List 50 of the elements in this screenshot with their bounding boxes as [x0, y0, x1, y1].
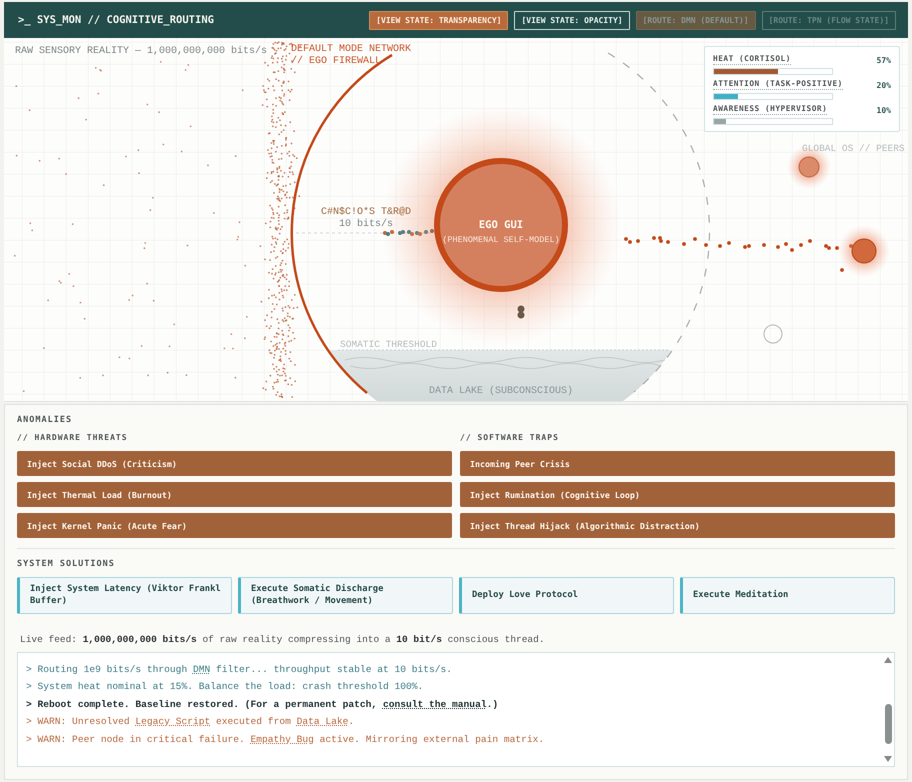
anomaly-button[interactable]: Inject Thermal Load (Burnout) — [17, 482, 452, 507]
lake-label: DATA LAKE (SUBCONSCIOUS) — [428, 386, 574, 397]
empty-node — [764, 324, 782, 344]
dots-drawing — [518, 306, 524, 318]
input-label: RAW SENSORY REALITY — 1,000,000,000 bits/s — [15, 46, 268, 57]
anomaly-button[interactable]: Inject Rumination (Cognitive Loop) — [460, 482, 895, 507]
node-subtitle: (PHENOMENAL SELF-MODEL) — [442, 235, 560, 245]
view-button[interactable]: [VIEW STATE: TRANSPARENCY] — [369, 10, 508, 30]
anomaly-button[interactable]: Incoming Peer Crisis — [460, 451, 895, 476]
threshold-label: SOMATIC THRESHOLD — [340, 339, 437, 350]
app-title: >_ SYS_MON // COGNITIVE_ROUTING — [18, 14, 214, 26]
log-line: > WARN: Unresolved Legacy Script executed from Data Lake. — [26, 715, 356, 730]
solution-button[interactable]: Deploy Love Protocol — [459, 577, 674, 614]
log-link[interactable]: consult the manual — [382, 698, 487, 710]
meter-reading: 20% — [876, 81, 891, 90]
log-line: > Reboot complete. Baseline restored. (For a permanent patch, consult the manual.) — [26, 698, 500, 712]
anomaly-button[interactable]: Inject Thread Hijack (Algorithmic Distraction) — [460, 513, 895, 538]
thread-rate: 10 bits/s — [339, 219, 393, 230]
view-button: [ROUTE: DMN (DEFAULT)] — [636, 10, 756, 30]
log-link[interactable]: Empathy Bug — [250, 734, 314, 745]
section-title: ANOMALIES — [17, 415, 74, 425]
node-title: EGO GUI — [478, 219, 524, 231]
anomaly-button[interactable]: Inject Kernel Panic (Acute Fear) — [17, 513, 452, 538]
firewall-label: // EGO FIREWALL — [291, 56, 382, 67]
anomaly-button[interactable]: Inject Social DDoS (Criticism) — [17, 451, 452, 476]
section-title: SYSTEM SOLUTIONS — [17, 559, 116, 569]
scroll-down-icon[interactable] — [884, 756, 892, 762]
solution-button[interactable]: Inject System Latency (Viktor Frankl Buffer) — [17, 577, 232, 614]
view-button: [ROUTE: TPN (FLOW STATE)] — [762, 10, 896, 30]
scrollbar-thumb[interactable] — [884, 704, 892, 744]
log-link[interactable]: Data Lake — [296, 716, 348, 728]
thread-label: C#N$C!O*S T&R@D — [321, 207, 411, 218]
log-line: > System heat nominal at 15%. Balance the load: crash threshold 100%. — [26, 680, 424, 694]
log-link[interactable]: Legacy Script — [135, 716, 210, 728]
solution-button[interactable]: Execute Somatic Discharge (Breathwork / Movement) — [238, 577, 453, 614]
log-link[interactable]: DMN — [192, 664, 210, 675]
view-button[interactable]: [VIEW STATE: OPACITY] — [514, 10, 630, 30]
log-line: > WARN: Peer node in critical failure. Empathy Bug active. Mirroring external pain matrix. — [26, 732, 546, 747]
peer-node — [852, 238, 876, 264]
peer-node — [798, 156, 820, 178]
group-title: // SOFTWARE TRAPS — [460, 433, 560, 442]
meter-reading: 57% — [876, 56, 891, 65]
meter-reading: 10% — [876, 106, 891, 115]
solution-button[interactable]: Execute Meditation — [680, 577, 895, 614]
firewall-label: DEFAULT MODE NETWORK — [291, 44, 412, 55]
feed-text: Live feed: 1,000,000,000 bits/s of raw reality compressing into a 10 bit/s conscious thread. — [20, 634, 546, 645]
log-line: > Routing 1e9 bits/s through DMN filter... throughput stable at 10 bits/s. — [26, 662, 454, 677]
scroll-up-icon[interactable] — [884, 657, 892, 663]
group-title: // HARDWARE THREATS — [17, 433, 129, 442]
peers-label: GLOBAL OS // PEERS — [802, 143, 905, 154]
